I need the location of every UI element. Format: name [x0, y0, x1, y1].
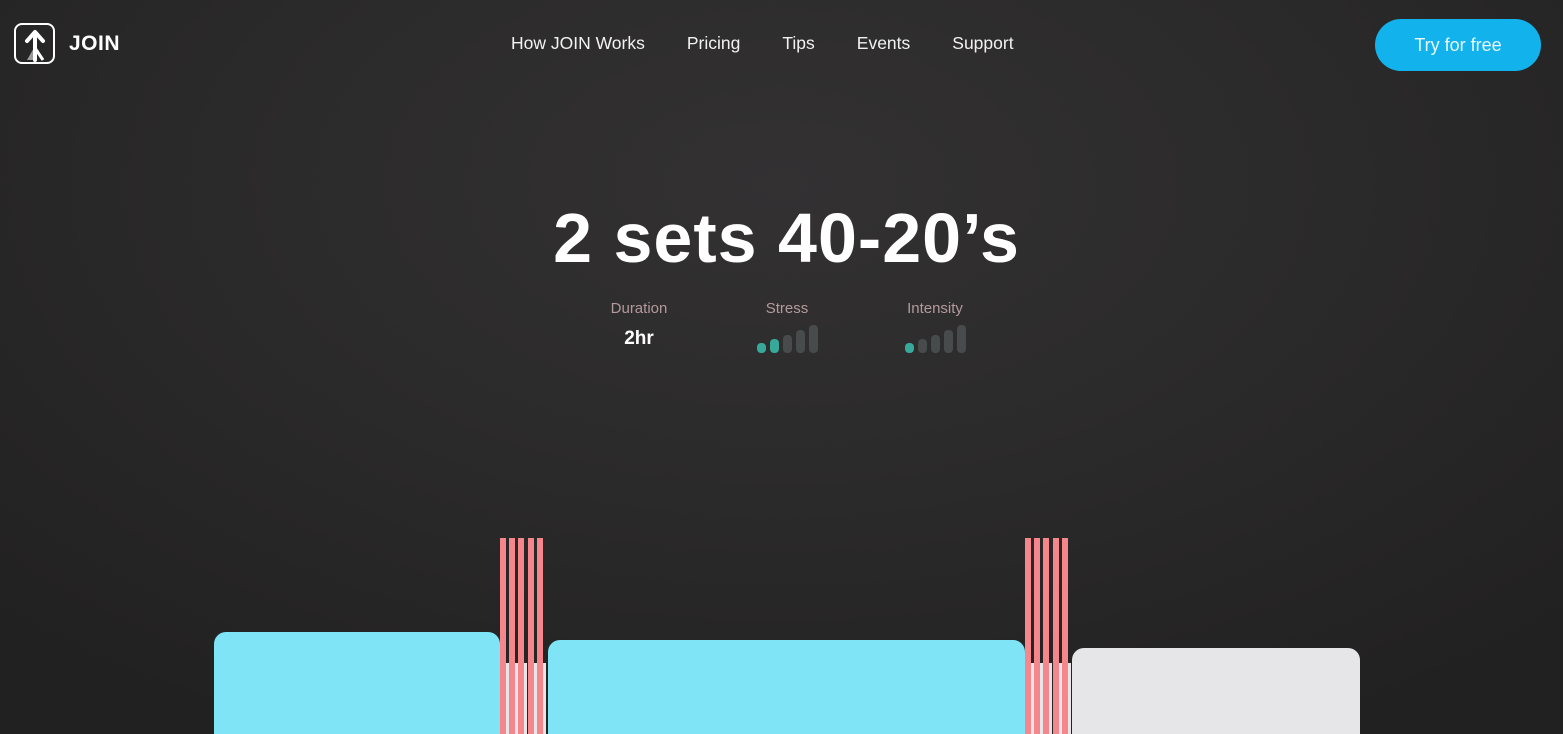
workout-title: 2 sets 40-20’s — [553, 199, 1020, 277]
interval-stripe[interactable] — [1025, 538, 1031, 734]
intensity-meter-bar — [904, 343, 914, 353]
interval-stripe[interactable] — [536, 538, 543, 734]
nav-pricing[interactable]: Pricing — [687, 33, 741, 54]
stress-meter — [727, 325, 847, 353]
stat-stress: Stress — [727, 299, 847, 353]
intensity-meter-bar — [917, 339, 927, 353]
intensity-meter-bar — [956, 325, 966, 353]
stress-meter-bar — [795, 330, 805, 353]
duration-label: Duration — [610, 300, 668, 317]
stat-intensity: Intensity — [875, 299, 995, 353]
interval-stripe[interactable] — [1034, 538, 1041, 734]
interval-stripe[interactable] — [1052, 538, 1059, 734]
logo-link[interactable]: JOIN — [14, 23, 120, 64]
nav-support[interactable]: Support — [952, 33, 1013, 54]
recovery-gap — [542, 663, 546, 734]
arrow-up-logo-icon — [14, 23, 55, 64]
endurance-block[interactable] — [548, 640, 1025, 734]
recovery-gap — [1067, 663, 1071, 734]
stress-label: Stress — [765, 300, 809, 317]
stress-meter-bar — [808, 325, 818, 353]
nav-events[interactable]: Events — [857, 33, 911, 54]
interval-stripe[interactable] — [1043, 538, 1050, 734]
try-for-free-button[interactable]: Try for free — [1375, 19, 1541, 71]
stress-meter-bar — [782, 335, 792, 353]
duration-value: 2hr — [624, 328, 654, 349]
stat-duration: Duration 2hr — [579, 299, 699, 350]
site-header: JOIN How JOIN Works Pricing Tips Events … — [0, 0, 1563, 90]
interval-stripe[interactable] — [1061, 538, 1068, 734]
main-nav: How JOIN Works Pricing Tips Events Suppo… — [511, 33, 1014, 54]
endurance-block[interactable] — [214, 632, 500, 734]
interval-stripe[interactable] — [509, 538, 516, 734]
interval-stripe[interactable] — [527, 538, 534, 734]
interval-stripe[interactable] — [500, 538, 506, 734]
stress-meter-bar — [769, 339, 779, 353]
interval-stripe[interactable] — [518, 538, 525, 734]
cooldown-block[interactable] — [1072, 648, 1360, 734]
stress-meter-bar — [756, 343, 766, 353]
workout-stats: Duration 2hr Stress Intensity — [0, 299, 1563, 369]
intensity-meter — [875, 325, 995, 353]
brand-name: JOIN — [69, 31, 121, 55]
nav-tips[interactable]: Tips — [782, 33, 814, 54]
intensity-meter-bar — [943, 330, 953, 353]
intensity-meter-bar — [930, 335, 940, 353]
nav-how-join-works[interactable]: How JOIN Works — [511, 33, 645, 54]
intensity-label: Intensity — [907, 300, 963, 317]
